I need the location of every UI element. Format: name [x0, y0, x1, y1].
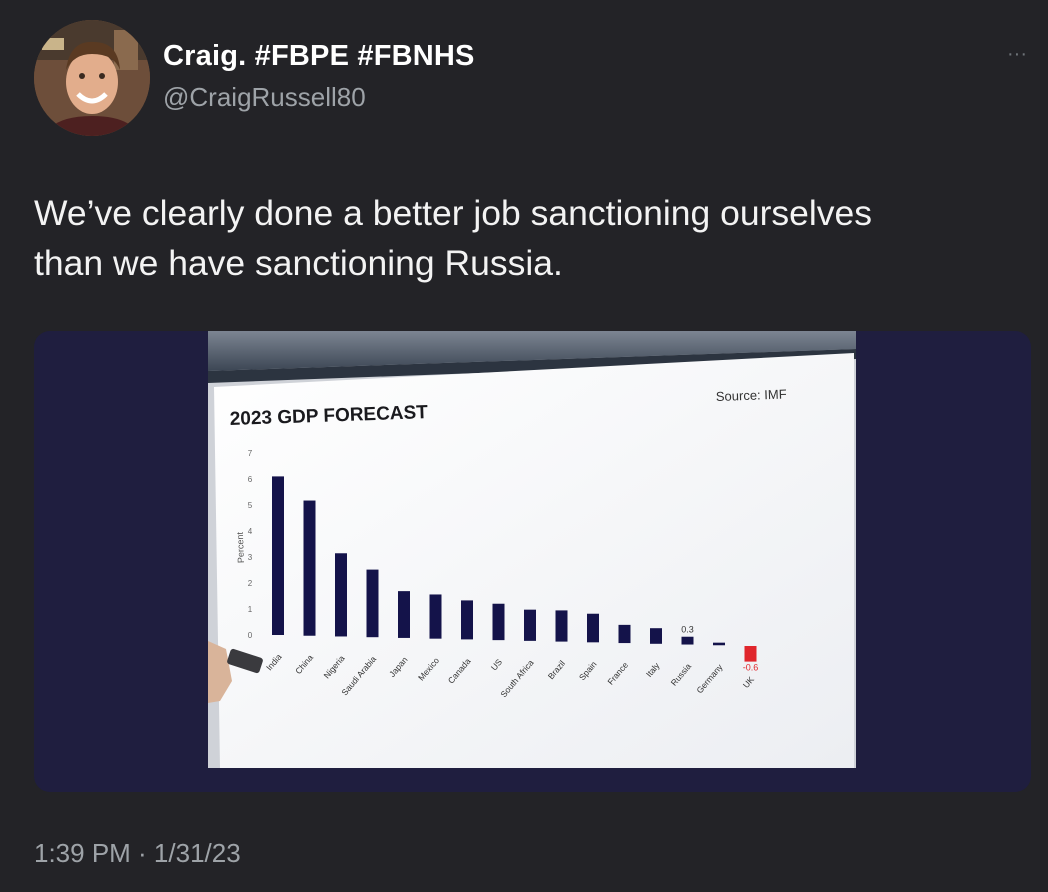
chart-source: Source: IMF: [716, 387, 787, 404]
bar-china: [303, 500, 316, 636]
y-tick-label: 4: [248, 527, 253, 536]
bar-india: [272, 476, 284, 635]
bar-japan: [398, 591, 410, 638]
y-tick-label: 6: [248, 475, 253, 484]
bar-us: [492, 603, 505, 641]
bar-spain: [587, 613, 599, 643]
data-label: -0.6: [743, 663, 759, 673]
bar-nigeria: [335, 553, 347, 637]
author-name[interactable]: Craig. #FBPE #FBNHS: [163, 40, 475, 73]
bar-russia: [681, 636, 694, 645]
y-axis-label: Percent: [235, 531, 246, 563]
tweet-timestamp[interactable]: 1:39 PM · 1/31/23: [34, 838, 241, 869]
bar-canada: [461, 600, 473, 640]
y-tick-label: 0: [248, 631, 253, 640]
y-tick-label: 5: [248, 501, 253, 510]
y-tick-label: 3: [248, 553, 253, 562]
gdp-chart: 2023 GDP FORECAST Source: IMF Percent 01…: [208, 331, 856, 768]
author-handle[interactable]: @CraigRussell80: [163, 82, 366, 113]
author-avatar[interactable]: [34, 20, 150, 136]
bar-brazil: [555, 610, 568, 642]
bar-south-africa: [524, 609, 536, 641]
tweet-text: We’ve clearly done a better job sanction…: [34, 193, 873, 283]
chart-photo: 2023 GDP FORECAST Source: IMF Percent 01…: [208, 331, 856, 768]
avatar-image: [34, 20, 150, 136]
more-options-icon[interactable]: ···: [1004, 44, 1030, 64]
data-label: 0.3: [681, 625, 694, 635]
bar-france: [618, 624, 631, 644]
bar-italy: [650, 628, 662, 644]
bar-saudi-arabia: [366, 569, 379, 638]
bar-germany: [713, 642, 725, 646]
y-tick-label: 1: [248, 605, 253, 614]
bar-mexico: [429, 594, 442, 639]
tweet-media[interactable]: 2023 GDP FORECAST Source: IMF Percent 01…: [34, 331, 1031, 792]
y-tick-label: 2: [248, 579, 253, 588]
bar-uk: [744, 646, 757, 662]
y-tick-label: 7: [248, 449, 253, 458]
